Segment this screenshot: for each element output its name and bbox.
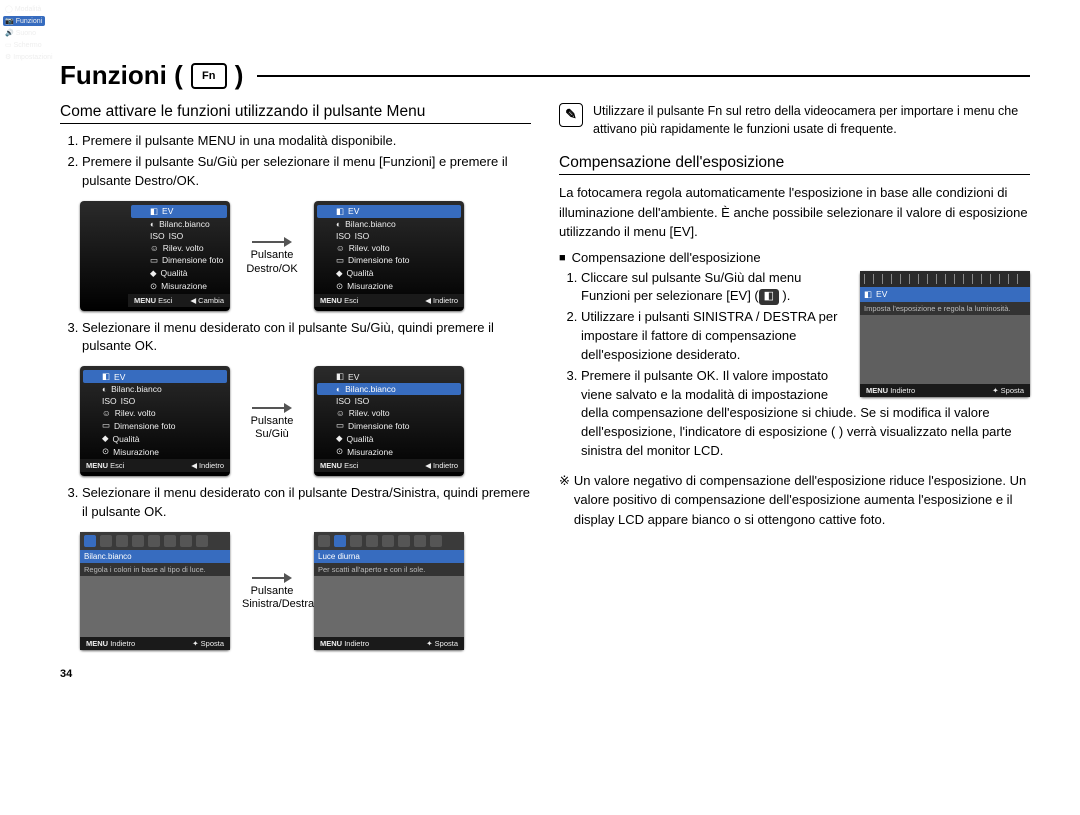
side-item: 🔊Suono — [3, 28, 45, 38]
right-column: ✎ Utilizzare il pulsante Fn sul retro de… — [559, 103, 1030, 680]
intro-para: La fotocamera regola automaticamente l'e… — [559, 183, 1030, 242]
menu-item: ◐Bilanc.bianco — [314, 218, 464, 230]
caption-3: Pulsante Sinistra/Destra — [242, 585, 302, 611]
step-a1: Premere il pulsante MENU in una modalità… — [82, 132, 531, 151]
menu-item: ◧EV — [314, 370, 464, 383]
wb-screen-1: Bilanc.bianco Regola i colori in base al… — [80, 532, 230, 650]
caption-1: Pulsante Destro/OK — [242, 249, 302, 275]
menu-item: ▭Dimensione foto — [128, 254, 230, 267]
screenshot-row-1: ◯Modalità 📷Funzioni 🔊Suono ▭Schermo ⚙Imp… — [80, 201, 531, 311]
note-text: Utilizzare il pulsante Fn sul retro dell… — [593, 103, 1030, 138]
page-number: 34 — [60, 668, 531, 680]
menu-item: ◐Bilanc.bianco — [128, 218, 230, 230]
menu-item: ISOISO — [314, 395, 464, 407]
menu-item: ISOISO — [314, 230, 464, 242]
reference-mark-icon: ※ — [559, 471, 570, 530]
left-subhead: Come attivare le funzioni utilizzando il… — [60, 103, 531, 124]
step-3b: Selezionare il menu desiderato con il pu… — [82, 484, 531, 522]
side-item: ⚙Impostazioni — [3, 52, 45, 62]
menu-item: ⊙Misurazione — [80, 445, 230, 458]
title-text: Funzioni ( — [60, 60, 183, 91]
star-note: ※ Un valore negativo di compensazione de… — [559, 471, 1030, 530]
title-close: ) — [235, 60, 244, 91]
ev-icon: ◧ — [759, 289, 779, 305]
side-item: ▭Schermo — [3, 40, 45, 50]
menu-item: ☺Rilev. volto — [314, 407, 464, 419]
menu-item: ▭Dimensione foto — [314, 254, 464, 267]
menu-item: ▭Dimensione foto — [80, 419, 230, 432]
step-a2: Premere il pulsante Su/Giù per seleziona… — [82, 153, 531, 191]
menu-screen-4: ◧EV ◐Bilanc.bianco ISOISO ☺Rilev. volto … — [314, 366, 464, 476]
page-title: Funzioni ( Fn ) — [60, 60, 1030, 91]
menu-screen-1: ◯Modalità 📷Funzioni 🔊Suono ▭Schermo ⚙Imp… — [80, 201, 230, 311]
bullet-heading: Compensazione dell'esposizione — [559, 250, 1030, 265]
title-rule — [257, 75, 1030, 77]
menu-item: ⊙Misurazione — [314, 280, 464, 293]
menu-item: ◆Qualità — [314, 432, 464, 445]
menu-item: ◧EV — [83, 370, 227, 383]
left-column: Come attivare le funzioni utilizzando il… — [60, 103, 531, 680]
menu-item: ☺Rilev. volto — [128, 242, 230, 254]
steps-a: Premere il pulsante MENU in una modalità… — [60, 132, 531, 191]
note-box: ✎ Utilizzare il pulsante Fn sul retro de… — [559, 103, 1030, 138]
menu-screen-2: ◧EV ◐Bilanc.bianco ISOISO ☺Rilev. volto … — [314, 201, 464, 311]
step-3a-list: Selezionare il menu desiderato con il pu… — [60, 319, 531, 357]
menu-item: ◐Bilanc.bianco — [80, 383, 230, 395]
right-subhead: Compensazione dell'esposizione — [559, 154, 1030, 175]
caption-2: Pulsante Su/Giù — [242, 415, 302, 441]
menu-item: ▭Dimensione foto — [314, 419, 464, 432]
menu-item: ◆Qualità — [128, 267, 230, 280]
screenshot-row-2: ◧EV ◐Bilanc.bianco ISOISO ☺Rilev. volto … — [80, 366, 531, 476]
wb-screen-2: Luce diurna Per scatti all'aperto e con … — [314, 532, 464, 650]
camera-fn-icon: Fn — [191, 63, 227, 89]
ev-screenshot: ◧EV Imposta l'esposizione e regola la lu… — [860, 271, 1030, 397]
side-item-sel: 📷Funzioni — [3, 16, 45, 26]
arrow-right-icon — [252, 571, 292, 585]
menu-item: ◧EV — [317, 205, 461, 218]
menu-item: ◐Bilanc.bianco — [317, 383, 461, 395]
menu-item: ISOISO — [128, 230, 230, 242]
menu-item: ⊙Misurazione — [314, 445, 464, 458]
menu-item: ☺Rilev. volto — [80, 407, 230, 419]
screenshot-row-3: Bilanc.bianco Regola i colori in base al… — [80, 532, 531, 650]
step-3b-list: Selezionare il menu desiderato con il pu… — [60, 484, 531, 522]
menu-item: ◆Qualità — [80, 432, 230, 445]
side-item: ◯Modalità — [3, 4, 45, 14]
menu-item: ☺Rilev. volto — [314, 242, 464, 254]
menu-screen-3: ◧EV ◐Bilanc.bianco ISOISO ☺Rilev. volto … — [80, 366, 230, 476]
arrow-right-icon — [252, 401, 292, 415]
step-3a: Selezionare il menu desiderato con il pu… — [82, 319, 531, 357]
menu-item: ISOISO — [80, 395, 230, 407]
menu-item: ◧EV — [131, 205, 227, 218]
menu-item: ⊙Misurazione — [128, 280, 230, 293]
arrow-right-icon — [252, 235, 292, 249]
note-icon: ✎ — [559, 103, 583, 127]
menu-item: ◆Qualità — [314, 267, 464, 280]
